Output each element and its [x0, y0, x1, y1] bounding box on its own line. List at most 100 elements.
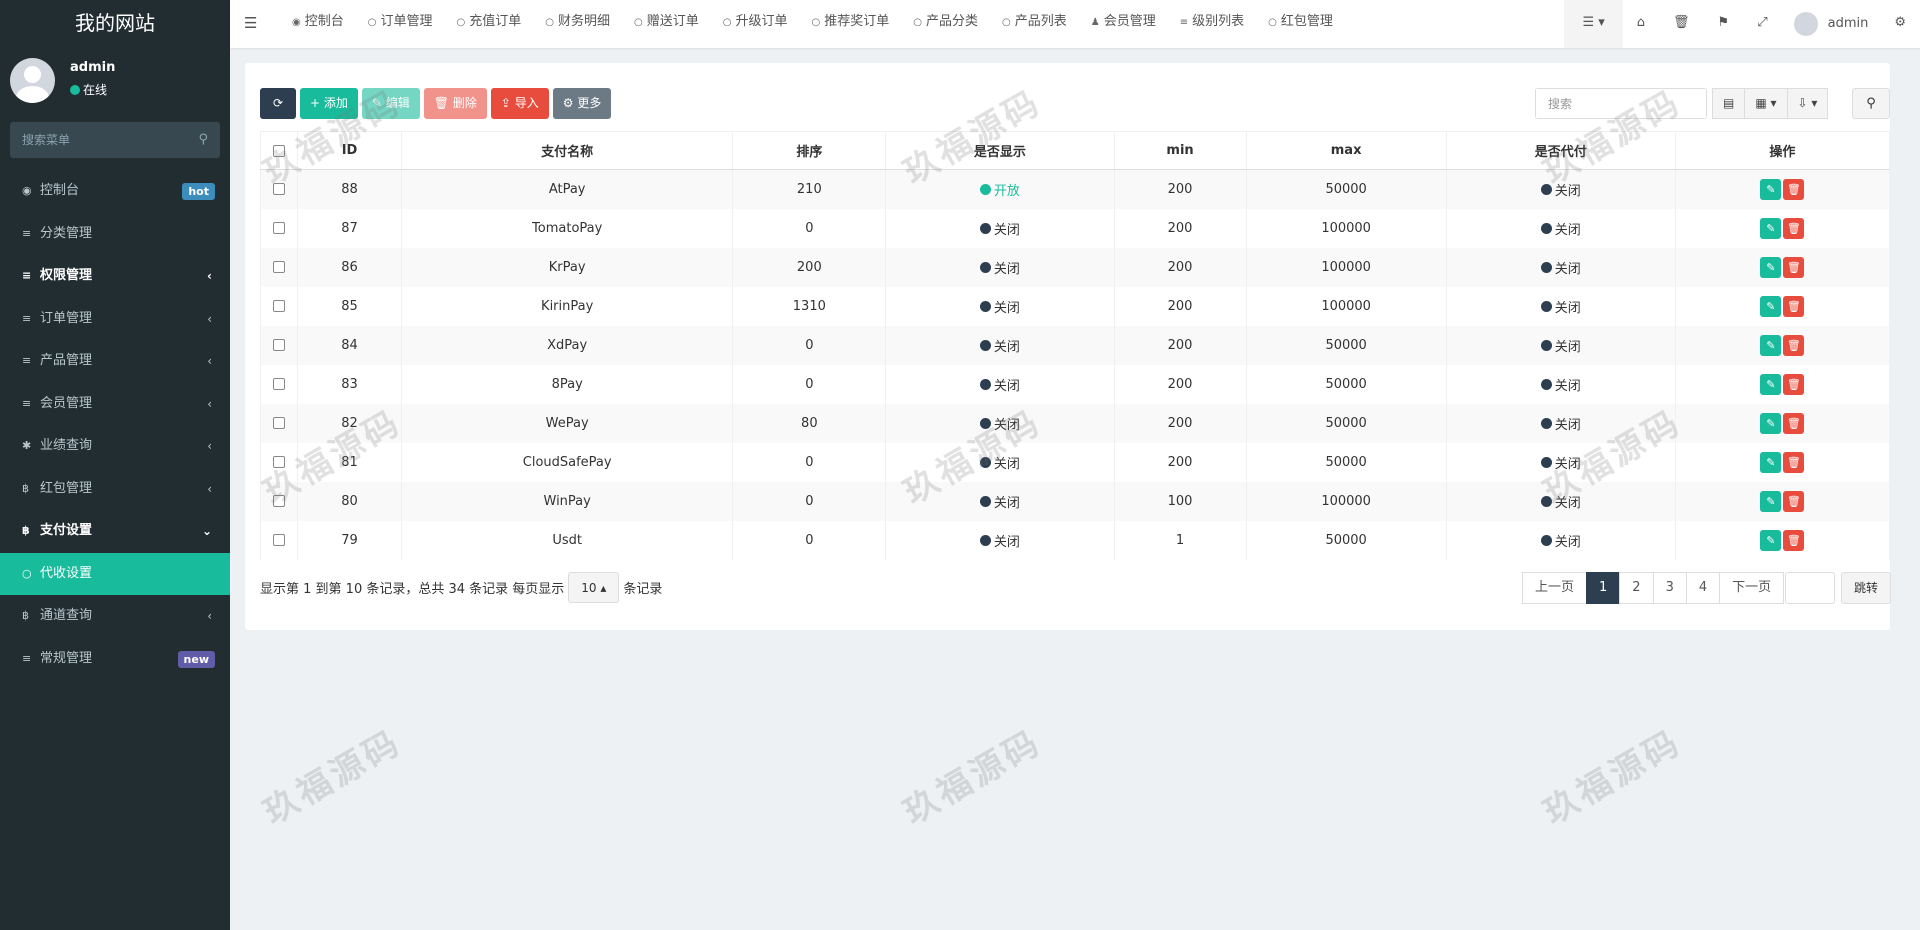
add-button[interactable]: + 添加	[300, 88, 358, 119]
language-icon[interactable]: ⚑	[1704, 0, 1744, 48]
row-checkbox[interactable]	[273, 534, 285, 546]
page-1-button[interactable]: 1	[1586, 572, 1621, 604]
prev-page-button[interactable]: 上一页	[1522, 572, 1588, 604]
status-badge[interactable]: 关闭	[979, 414, 1020, 433]
status-badge[interactable]: 关闭	[1540, 297, 1581, 316]
sidebar-item-11[interactable]: ≡ 常规管理 new	[0, 638, 230, 681]
trash-icon[interactable]: 🗑	[1659, 0, 1704, 48]
edit-row-icon[interactable]: ✎	[1760, 334, 1782, 356]
sidebar-item-3[interactable]: ≡ 订单管理 ‹	[0, 298, 230, 341]
delete-row-icon[interactable]: 🗑	[1783, 178, 1805, 200]
status-badge[interactable]: 关闭	[1540, 336, 1581, 355]
status-badge[interactable]: 关闭	[979, 453, 1020, 472]
edit-row-icon[interactable]: ✎	[1760, 412, 1782, 434]
table-row[interactable]: 84 XdPay 0 关闭 200 50000 关闭 ✎ 🗑	[259, 325, 1891, 365]
table-row[interactable]: 83 8Pay 0 关闭 200 50000 关闭 ✎ 🗑	[259, 364, 1891, 404]
column-header[interactable]: min	[1113, 131, 1247, 170]
topbar-user[interactable]: admin	[1782, 0, 1881, 48]
page-2-button[interactable]: 2	[1619, 572, 1654, 604]
status-badge[interactable]: 关闭	[1540, 414, 1581, 433]
delete-row-icon[interactable]: 🗑	[1783, 412, 1805, 434]
status-badge[interactable]: 关闭	[1540, 492, 1581, 511]
advanced-search-button[interactable]: ⚲	[1852, 88, 1890, 119]
table-row[interactable]: 82 WePay 80 关闭 200 50000 关闭 ✎ 🗑	[259, 403, 1891, 443]
search-icon[interactable]: ⚲	[198, 132, 208, 147]
tab-0[interactable]: ◉ 控制台	[280, 0, 356, 48]
delete-row-icon[interactable]: 🗑	[1783, 334, 1805, 356]
import-button[interactable]: ⇪ 导入	[490, 88, 549, 119]
row-checkbox[interactable]	[273, 339, 285, 351]
list-menu-icon[interactable]: ☰ ▾	[1564, 0, 1623, 48]
status-badge[interactable]: 关闭	[1540, 375, 1581, 394]
sidebar-item-0[interactable]: ◉ 控制台 hot	[0, 170, 230, 213]
status-badge[interactable]: 关闭	[979, 375, 1020, 394]
table-row[interactable]: 88 AtPay 210 开放 200 50000 关闭 ✎ 🗑	[259, 169, 1891, 209]
column-header[interactable]: 支付名称	[401, 131, 734, 170]
menu-toggle-icon[interactable]: ☰	[244, 14, 257, 32]
tab-1[interactable]: ○ 订单管理	[356, 0, 445, 48]
next-page-button[interactable]: 下一页	[1719, 572, 1785, 604]
tab-10[interactable]: ≡ 级别列表	[1168, 0, 1256, 48]
table-search-input[interactable]	[1536, 89, 1706, 118]
tab-5[interactable]: ○ 升级订单	[711, 0, 800, 48]
sidebar-item-10[interactable]: ฿ 通道查询 ‹	[0, 595, 230, 638]
table-row[interactable]: 80 WinPay 0 关闭 100 100000 关闭 ✎ 🗑	[259, 481, 1891, 521]
row-checkbox[interactable]	[273, 417, 285, 429]
edit-row-icon[interactable]: ✎	[1760, 373, 1782, 395]
tab-2[interactable]: ○ 充值订单	[445, 0, 534, 48]
tab-4[interactable]: ○ 赠送订单	[622, 0, 711, 48]
row-checkbox[interactable]	[273, 378, 285, 390]
column-header[interactable]: 是否显示	[885, 131, 1115, 170]
tab-7[interactable]: ○ 产品分类	[901, 0, 990, 48]
table-row[interactable]: 81 CloudSafePay 0 关闭 200 50000 关闭 ✎ 🗑	[259, 442, 1891, 482]
site-logo[interactable]: 我的网站	[0, 0, 230, 48]
tab-3[interactable]: ○ 财务明细	[533, 0, 622, 48]
table-row[interactable]: 79 Usdt 0 关闭 1 50000 关闭 ✎ 🗑	[259, 520, 1891, 560]
table-row[interactable]: 86 KrPay 200 关闭 200 100000 关闭 ✎ 🗑	[259, 247, 1891, 287]
columns-button[interactable]: ▦ ▾	[1744, 88, 1788, 119]
sidebar-item-2[interactable]: ≡ 权限管理 ‹	[0, 255, 230, 298]
edit-row-icon[interactable]: ✎	[1760, 451, 1782, 473]
tab-8[interactable]: ○ 产品列表	[990, 0, 1079, 48]
edit-button[interactable]: ✎ 编辑	[361, 88, 420, 119]
delete-row-icon[interactable]: 🗑	[1783, 373, 1805, 395]
jump-button[interactable]: 跳转	[1841, 572, 1891, 604]
delete-row-icon[interactable]: 🗑	[1783, 529, 1805, 551]
delete-row-icon[interactable]: 🗑	[1783, 451, 1805, 473]
status-badge[interactable]: 关闭	[979, 336, 1020, 355]
select-all-checkbox[interactable]	[273, 144, 285, 157]
tab-9[interactable]: ♟ 会员管理	[1079, 0, 1168, 48]
row-checkbox[interactable]	[273, 261, 285, 273]
row-checkbox[interactable]	[273, 183, 285, 196]
delete-row-icon[interactable]: 🗑	[1783, 295, 1805, 317]
sidebar-item-1[interactable]: ≡ 分类管理	[0, 213, 230, 256]
column-header[interactable]: 排序	[732, 131, 887, 170]
edit-row-icon[interactable]: ✎	[1760, 217, 1782, 239]
page-4-button[interactable]: 4	[1685, 572, 1721, 604]
column-header[interactable]: 操作	[1674, 131, 1891, 170]
table-row[interactable]: 87 TomatoPay 0 关闭 200 100000 关闭 ✎ 🗑	[259, 208, 1891, 248]
column-header[interactable]: 是否代付	[1445, 131, 1676, 170]
table-row[interactable]: 85 KirinPay 1310 关闭 200 100000 关闭 ✎ 🗑	[259, 286, 1891, 326]
edit-row-icon[interactable]: ✎	[1760, 295, 1782, 317]
status-badge[interactable]: 关闭	[979, 297, 1020, 316]
delete-row-icon[interactable]: 🗑	[1783, 490, 1805, 512]
refresh-button[interactable]: ⟳	[260, 88, 296, 119]
sidebar-search-input[interactable]	[10, 122, 220, 158]
tab-11[interactable]: ○ 红包管理	[1256, 0, 1345, 48]
edit-row-icon[interactable]: ✎	[1760, 490, 1782, 512]
edit-row-icon[interactable]: ✎	[1760, 178, 1782, 200]
delete-row-icon[interactable]: 🗑	[1783, 217, 1805, 239]
delete-button[interactable]: 🗑 删除	[423, 88, 487, 119]
column-header[interactable]: max	[1245, 131, 1447, 170]
toggle-view-button[interactable]: ▤	[1712, 88, 1746, 119]
page-size-select[interactable]: 10 ▴	[568, 572, 620, 603]
sidebar-item-4[interactable]: ≡ 产品管理 ‹	[0, 340, 230, 383]
more-button[interactable]: ⚙ 更多	[552, 88, 612, 119]
status-badge[interactable]: 开放	[979, 180, 1020, 199]
status-badge[interactable]: 关闭	[1540, 453, 1581, 472]
edit-row-icon[interactable]: ✎	[1760, 529, 1782, 551]
sidebar-item-8[interactable]: ฿ 支付设置 ⌄	[0, 510, 230, 553]
edit-row-icon[interactable]: ✎	[1760, 256, 1782, 278]
fullscreen-icon[interactable]: ⤢	[1743, 0, 1781, 48]
